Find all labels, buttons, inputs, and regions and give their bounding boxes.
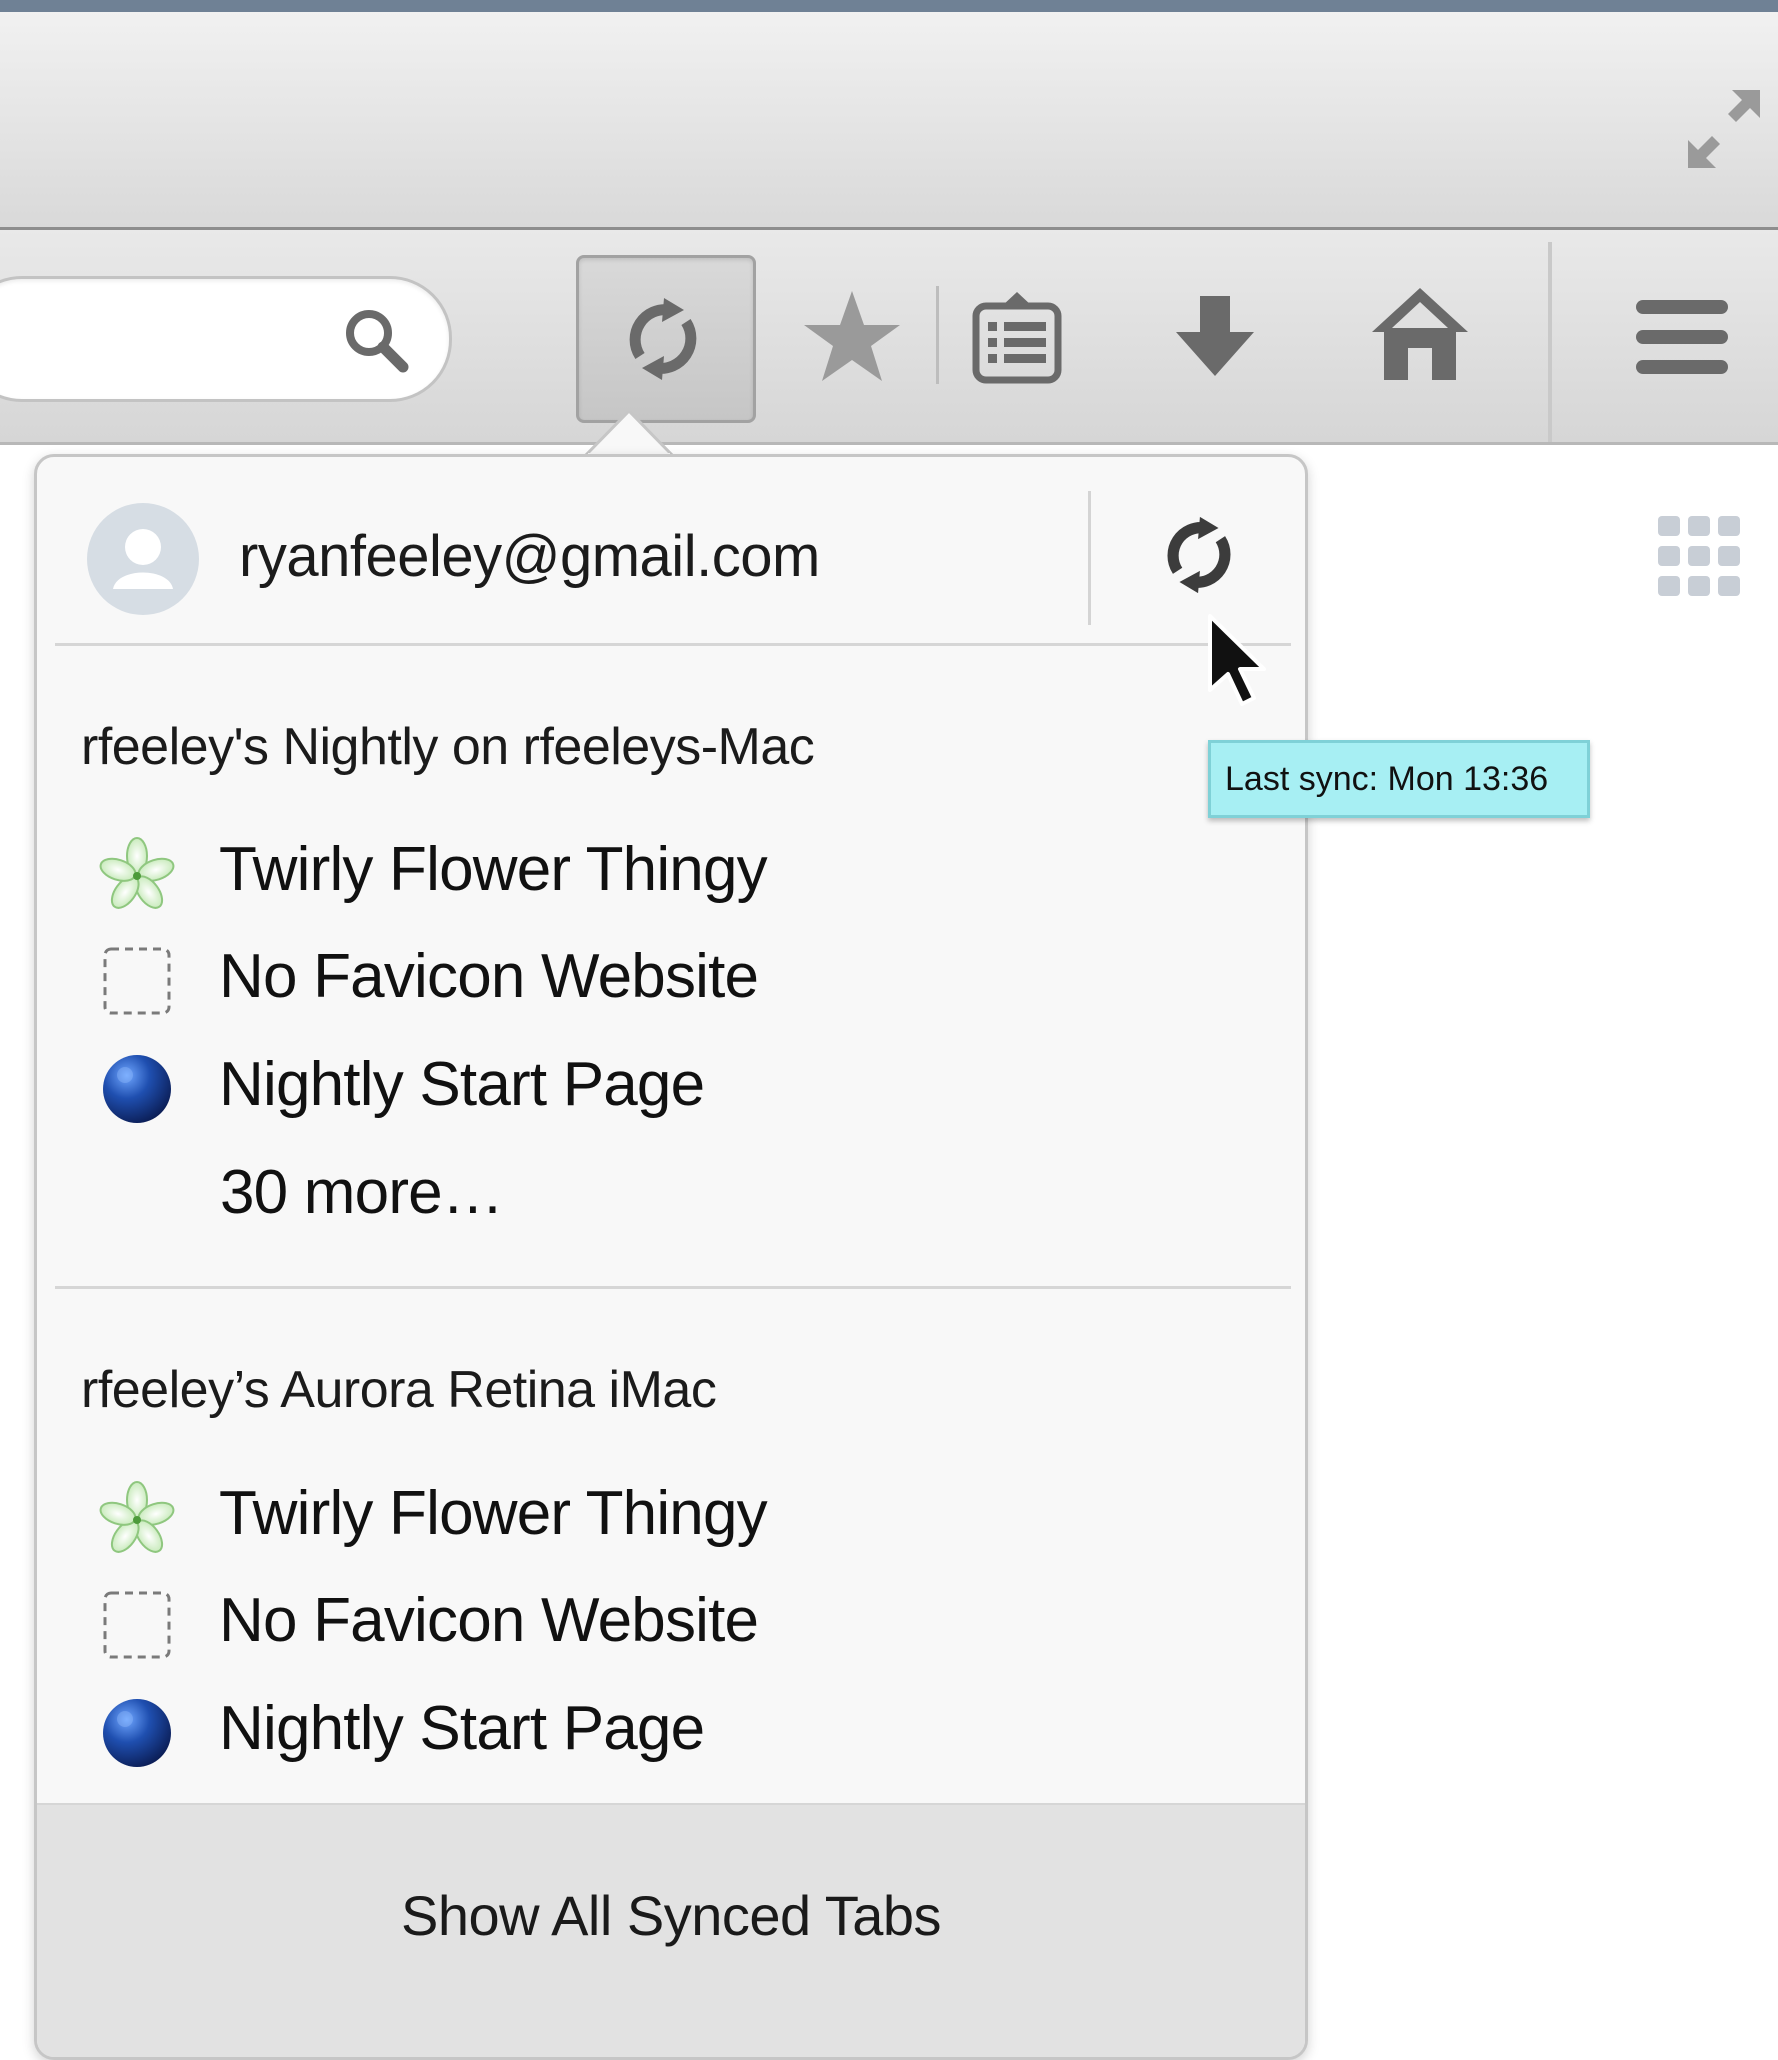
tab-title: Twirly Flower Thingy [219,1479,768,1548]
show-all-synced-tabs-button[interactable]: Show All Synced Tabs [37,1803,1305,2057]
toolbar-separator [1548,242,1552,442]
more-tabs-link[interactable]: 30 more… [220,1157,504,1228]
synced-tab-item[interactable]: Nightly Start Page [37,1035,1237,1131]
sync-icon [629,298,697,380]
flower-icon [99,1481,175,1553]
nightly-globe-icon [103,1699,171,1767]
window-top-edge [0,0,1778,12]
blank-favicon-icon [103,947,171,1015]
home-icon[interactable] [1368,286,1472,382]
synced-tab-item[interactable]: Twirly Flower Thingy [37,820,1237,916]
device-name: rfeeley’s Aurora Retina iMac [81,1361,717,1419]
tooltip-text: Last sync: Mon 13:36 [1225,760,1549,798]
synced-tab-item[interactable]: Nightly Start Page [37,1679,1237,1775]
last-sync-tooltip: Last sync: Mon 13:36 [1208,740,1590,818]
sync-icon [1167,516,1231,594]
fullscreen-icon[interactable] [1684,86,1764,172]
sync-now-button[interactable] [1159,515,1239,595]
search-icon [346,310,409,373]
avatar-icon [87,503,199,615]
mouse-cursor-icon [1208,614,1266,706]
avatar [87,503,199,615]
flower-icon [99,837,175,909]
account-row[interactable]: ryanfeeley@gmail.com [37,457,1305,643]
account-row-separator [1088,491,1091,625]
synced-tab-item[interactable]: No Favicon Website [37,927,1237,1023]
bookmarks-list-icon[interactable] [972,288,1062,384]
account-email: ryanfeeley@gmail.com [239,524,820,589]
synced-tabs-button[interactable] [576,255,756,423]
device-name: rfeeley's Nightly on rfeeleys-Mac [81,718,815,776]
tab-title: Twirly Flower Thingy [219,835,768,904]
nav-toolbar [0,230,1778,445]
search-input[interactable] [0,276,452,402]
bookmark-star-icon[interactable] [800,285,904,389]
divider [55,1286,1291,1289]
tab-title: Nightly Start Page [219,1050,705,1119]
nightly-globe-icon [103,1055,171,1123]
title-bar [0,12,1778,230]
synced-tab-item[interactable]: No Favicon Website [37,1571,1237,1667]
apps-grid-icon[interactable] [1658,516,1740,596]
toolbar-separator [936,286,939,384]
tab-title: No Favicon Website [219,1586,759,1655]
tab-title: No Favicon Website [219,942,759,1011]
divider [55,643,1291,646]
panel-arrow [584,411,674,457]
download-icon[interactable] [1170,292,1260,380]
synced-tabs-panel: ryanfeeley@gmail.com rfeeley's Nightly o… [34,454,1308,2060]
blank-favicon-icon [103,1591,171,1659]
tab-title: Nightly Start Page [219,1694,705,1763]
synced-tab-item[interactable]: Twirly Flower Thingy [37,1464,1237,1560]
hamburger-menu-icon[interactable] [1634,296,1730,378]
show-all-synced-tabs-label: Show All Synced Tabs [401,1884,941,1947]
